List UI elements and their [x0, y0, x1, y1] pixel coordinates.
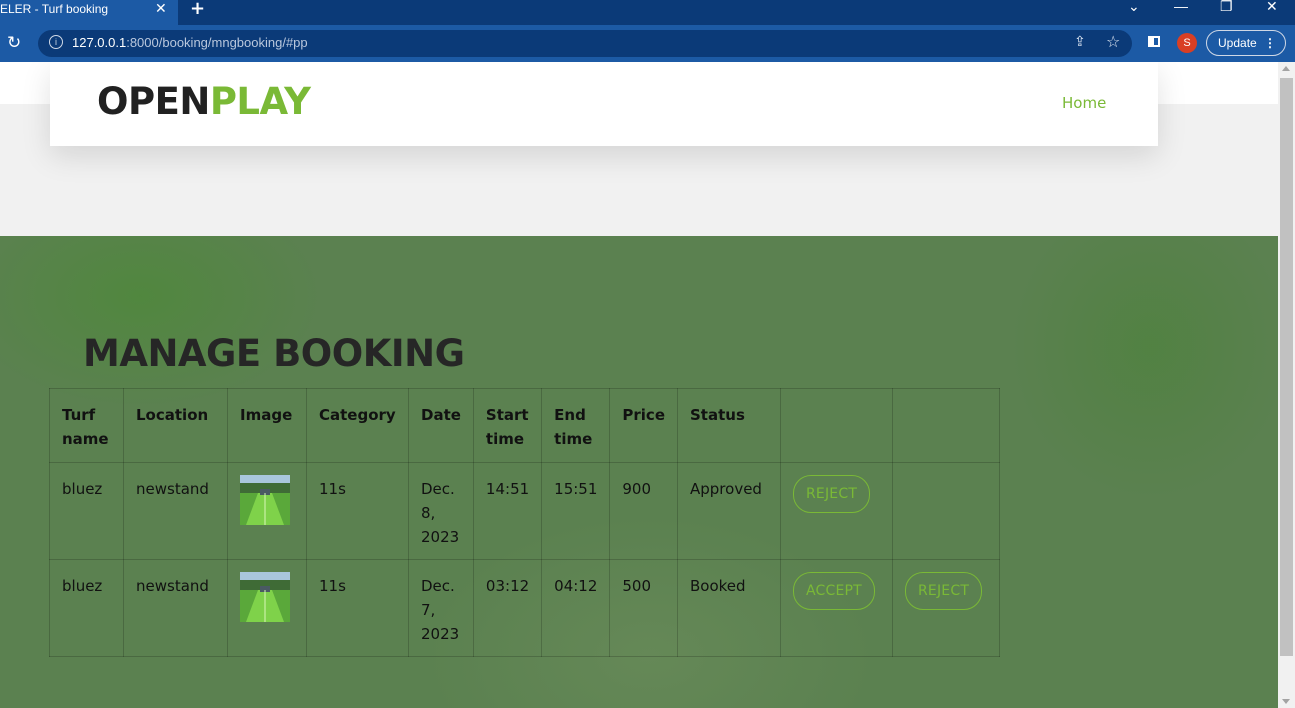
- cell-action-2: REJECT: [892, 559, 1000, 657]
- cell-status: Booked: [677, 559, 781, 657]
- restore-icon[interactable]: ❐: [1220, 0, 1233, 15]
- column-header: Location: [123, 388, 228, 463]
- site-logo[interactable]: OPENPLAY: [97, 80, 311, 123]
- nav-home-link[interactable]: Home: [1062, 94, 1106, 112]
- turf-thumbnail: [240, 475, 290, 525]
- column-header: [892, 388, 1000, 463]
- bookings-table: Turf name Location Image Category Date S…: [49, 388, 1000, 657]
- cell-category: 11s: [306, 462, 409, 560]
- table-row: bluez newstand 11s Dec. 7, 2023 03:12 04…: [49, 559, 1000, 657]
- minimize-icon[interactable]: —: [1174, 0, 1188, 14]
- accept-button[interactable]: ACCEPT: [793, 572, 875, 610]
- cell-action-1: ACCEPT: [780, 559, 893, 657]
- url-host: 127.0.0.1: [72, 35, 127, 50]
- cell-turf-name: bluez: [49, 462, 124, 560]
- update-label: Update: [1218, 36, 1257, 50]
- browser-tab[interactable]: ELER - Turf booking ✕: [0, 0, 178, 25]
- close-window-icon[interactable]: ✕: [1266, 0, 1278, 15]
- tab-title: ELER - Turf booking: [0, 2, 109, 16]
- page-scrollbar[interactable]: [1278, 62, 1295, 708]
- cell-price: 500: [609, 559, 678, 657]
- column-header: [780, 388, 893, 463]
- column-header: Image: [227, 388, 307, 463]
- reject-button[interactable]: REJECT: [905, 572, 983, 610]
- browser-toolbar: ↻ i 127.0.0.1:8000/booking/mngbooking/#p…: [0, 25, 1295, 62]
- cell-end-time: 04:12: [541, 559, 611, 657]
- bookmark-star-icon[interactable]: ☆: [1106, 32, 1120, 51]
- turf-thumbnail: [240, 572, 290, 622]
- column-header: Category: [306, 388, 409, 463]
- reload-icon[interactable]: ↻: [7, 33, 21, 53]
- site-info-icon[interactable]: i: [49, 35, 63, 49]
- column-header: Status: [677, 388, 781, 463]
- page-viewport: OPENPLAY Home MANAGE BOOKING Turf name L…: [0, 62, 1278, 708]
- cell-action-1: REJECT: [780, 462, 893, 560]
- cell-image: [227, 462, 307, 560]
- cell-end-time: 15:51: [541, 462, 611, 560]
- profile-avatar[interactable]: S: [1177, 33, 1197, 53]
- cell-date: Dec. 7, 2023: [408, 559, 474, 657]
- cell-location: newstand: [123, 462, 228, 560]
- cell-status: Approved: [677, 462, 781, 560]
- cell-price: 900: [609, 462, 678, 560]
- side-panel-icon[interactable]: [1148, 36, 1160, 47]
- cell-date: Dec. 8, 2023: [408, 462, 474, 560]
- address-bar[interactable]: i 127.0.0.1:8000/booking/mngbooking/#pp …: [38, 30, 1132, 57]
- column-header: Price: [609, 388, 678, 463]
- logo-play: PLAY: [209, 80, 311, 123]
- scroll-down-arrow-icon[interactable]: [1282, 699, 1290, 704]
- tab-search-icon[interactable]: ⌄: [1128, 0, 1140, 15]
- browser-tab-strip: ELER - Turf booking ✕ + ⌄ — ❐ ✕: [0, 0, 1295, 25]
- cell-turf-name: bluez: [49, 559, 124, 657]
- cell-location: newstand: [123, 559, 228, 657]
- column-header: Turf name: [49, 388, 124, 463]
- page-title: MANAGE BOOKING: [83, 332, 465, 375]
- cell-action-2: [892, 462, 1000, 560]
- scroll-up-arrow-icon[interactable]: [1282, 66, 1290, 71]
- scroll-thumb[interactable]: [1280, 78, 1293, 656]
- browser-menu-icon[interactable]: ⋮: [1264, 31, 1276, 55]
- column-header: Date: [408, 388, 474, 463]
- reject-button[interactable]: REJECT: [793, 475, 871, 513]
- table-row: bluez newstand 11s Dec. 8, 2023 14:51 15…: [49, 462, 1000, 560]
- share-icon[interactable]: ⇪: [1074, 34, 1086, 50]
- cell-start-time: 14:51: [472, 462, 543, 560]
- url-path: :8000/booking/mngbooking/#pp: [126, 35, 308, 50]
- update-button[interactable]: Update ⋮: [1206, 30, 1286, 56]
- manage-booking-section: MANAGE BOOKING Turf name Location Image …: [0, 236, 1278, 708]
- cell-start-time: 03:12: [472, 559, 543, 657]
- column-header: End time: [541, 388, 611, 463]
- url-text[interactable]: 127.0.0.1:8000/booking/mngbooking/#pp: [72, 35, 308, 50]
- cell-category: 11s: [306, 559, 409, 657]
- table-header-row: Turf name Location Image Category Date S…: [49, 388, 1000, 463]
- column-header: Start time: [472, 388, 543, 463]
- new-tab-icon[interactable]: +: [190, 0, 205, 19]
- close-tab-icon[interactable]: ✕: [155, 0, 167, 18]
- logo-open: OPEN: [97, 80, 210, 123]
- site-navbar: OPENPLAY Home: [50, 62, 1158, 146]
- cell-image: [227, 559, 307, 657]
